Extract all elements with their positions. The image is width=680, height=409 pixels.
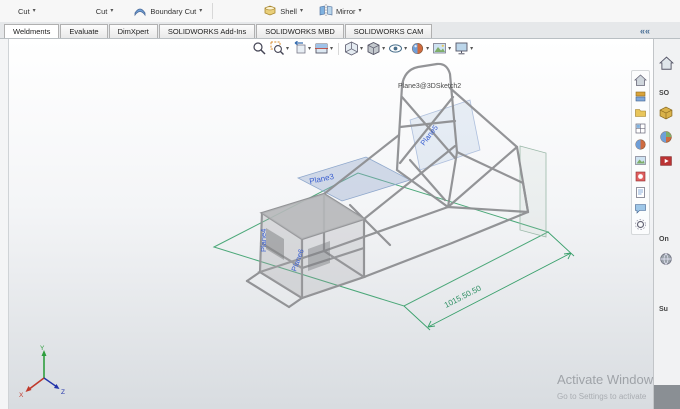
hide-show-items-icon bbox=[389, 44, 403, 53]
commandmanager-tabbar: Weldments Evaluate DimXpert SOLIDWORKS A… bbox=[0, 22, 680, 39]
home-icon[interactable] bbox=[658, 56, 675, 76]
chevron-down-icon bbox=[199, 8, 202, 14]
community-icon[interactable] bbox=[659, 252, 673, 271]
apply-scene-icon bbox=[433, 43, 447, 54]
chevron-down-icon bbox=[308, 46, 311, 52]
zoom-to-fit-button[interactable] bbox=[252, 41, 267, 56]
view-settings-icon bbox=[455, 42, 468, 55]
file-explorer-icon[interactable] bbox=[634, 106, 647, 119]
heads-up-view-toolbar bbox=[252, 41, 473, 56]
edit-appearance-icon bbox=[412, 42, 424, 55]
tab-weldments[interactable]: Weldments bbox=[4, 24, 60, 38]
shell-button[interactable]: Shell bbox=[259, 1, 307, 21]
custom-properties-icon[interactable] bbox=[634, 186, 647, 199]
tab-solidworks-mbd[interactable]: SOLIDWORKS MBD bbox=[256, 24, 344, 38]
zoom-to-area-icon bbox=[270, 41, 284, 55]
collapse-taskpane-icon[interactable]: «« bbox=[640, 26, 650, 38]
zoom-to-area-button[interactable] bbox=[270, 41, 289, 56]
edit-appearance-button[interactable] bbox=[410, 41, 429, 56]
decals-icon[interactable] bbox=[634, 170, 647, 183]
chevron-down-icon bbox=[286, 46, 289, 52]
tab-solidworks-add-ins[interactable]: SOLIDWORKS Add-Ins bbox=[158, 24, 256, 38]
hide-show-items-button[interactable] bbox=[388, 41, 407, 56]
chevron-down-icon bbox=[404, 46, 407, 52]
shell-label: Shell bbox=[280, 6, 297, 16]
task-pane-tab-strip bbox=[631, 70, 650, 235]
appearances-icon[interactable] bbox=[634, 138, 647, 151]
display-style-button[interactable] bbox=[366, 41, 385, 56]
chevron-down-icon bbox=[360, 46, 363, 52]
chevron-down-icon bbox=[426, 46, 429, 52]
chevron-down-icon bbox=[470, 46, 473, 52]
parts-cube-icon[interactable] bbox=[659, 106, 673, 125]
chevron-down-icon bbox=[448, 46, 451, 52]
display-style-icon bbox=[367, 41, 380, 56]
view-orientation-button[interactable] bbox=[344, 41, 363, 56]
chevron-down-icon bbox=[110, 8, 113, 14]
left-panel-edge bbox=[0, 38, 9, 409]
settings-icon[interactable] bbox=[634, 218, 647, 231]
previous-view-button[interactable] bbox=[292, 41, 311, 56]
tab-evaluate[interactable]: Evaluate bbox=[60, 24, 108, 38]
scenes-icon[interactable] bbox=[634, 154, 647, 167]
zoom-to-fit-icon bbox=[253, 42, 266, 55]
design-library-icon[interactable] bbox=[634, 90, 647, 103]
task-pane-section-label-3: Su bbox=[659, 306, 668, 313]
cut-button[interactable]: Cut bbox=[14, 1, 40, 21]
ribbon-toolbar: Cut Cut Boundary Cut Shell Mirror bbox=[0, 0, 680, 23]
view-orientation-icon bbox=[345, 41, 358, 56]
previous-view-icon bbox=[294, 41, 306, 54]
chevron-down-icon bbox=[330, 46, 333, 52]
home-icon[interactable] bbox=[634, 74, 647, 87]
mirror-button[interactable]: Mirror bbox=[315, 1, 366, 21]
section-view-button[interactable] bbox=[314, 41, 333, 56]
task-pane: SO On Su bbox=[653, 38, 680, 409]
boundary-cut-label: Boundary Cut bbox=[150, 6, 197, 16]
task-pane-footer bbox=[654, 385, 680, 409]
hud-separator bbox=[338, 42, 340, 55]
chevron-down-icon bbox=[382, 46, 385, 52]
cut-button-2[interactable]: Cut bbox=[92, 1, 118, 21]
chevron-down-icon bbox=[300, 8, 303, 14]
task-pane-section-label-2: On bbox=[659, 236, 669, 243]
view-settings-button[interactable] bbox=[454, 41, 473, 56]
view-palette-icon[interactable] bbox=[634, 122, 647, 135]
shell-icon bbox=[263, 3, 277, 19]
chevron-down-icon bbox=[359, 8, 362, 14]
forum-icon[interactable] bbox=[634, 202, 647, 215]
chevron-down-icon bbox=[33, 8, 36, 14]
tab-dimxpert[interactable]: DimXpert bbox=[108, 24, 158, 38]
boundary-cut-button[interactable]: Boundary Cut bbox=[129, 1, 206, 21]
activate-windows-subtext: Go to Settings to activate bbox=[557, 392, 647, 401]
cut-button-label: Cut bbox=[18, 6, 30, 16]
mirror-icon bbox=[319, 3, 333, 19]
graphics-viewport[interactable] bbox=[8, 38, 654, 409]
tutorials-icon[interactable] bbox=[659, 154, 673, 173]
appearance-ball-icon[interactable] bbox=[659, 130, 673, 149]
ribbon-separator bbox=[212, 3, 214, 19]
section-view-icon bbox=[315, 43, 329, 54]
tab-solidworks-cam[interactable]: SOLIDWORKS CAM bbox=[344, 24, 433, 38]
cut-button-2-label: Cut bbox=[95, 6, 108, 16]
apply-scene-button[interactable] bbox=[432, 41, 451, 56]
activate-windows-watermark: Activate Windows bbox=[557, 372, 660, 387]
mirror-label: Mirror bbox=[335, 6, 356, 16]
task-pane-section-label-1: SO bbox=[659, 90, 670, 97]
boundary-cut-icon bbox=[133, 3, 147, 19]
